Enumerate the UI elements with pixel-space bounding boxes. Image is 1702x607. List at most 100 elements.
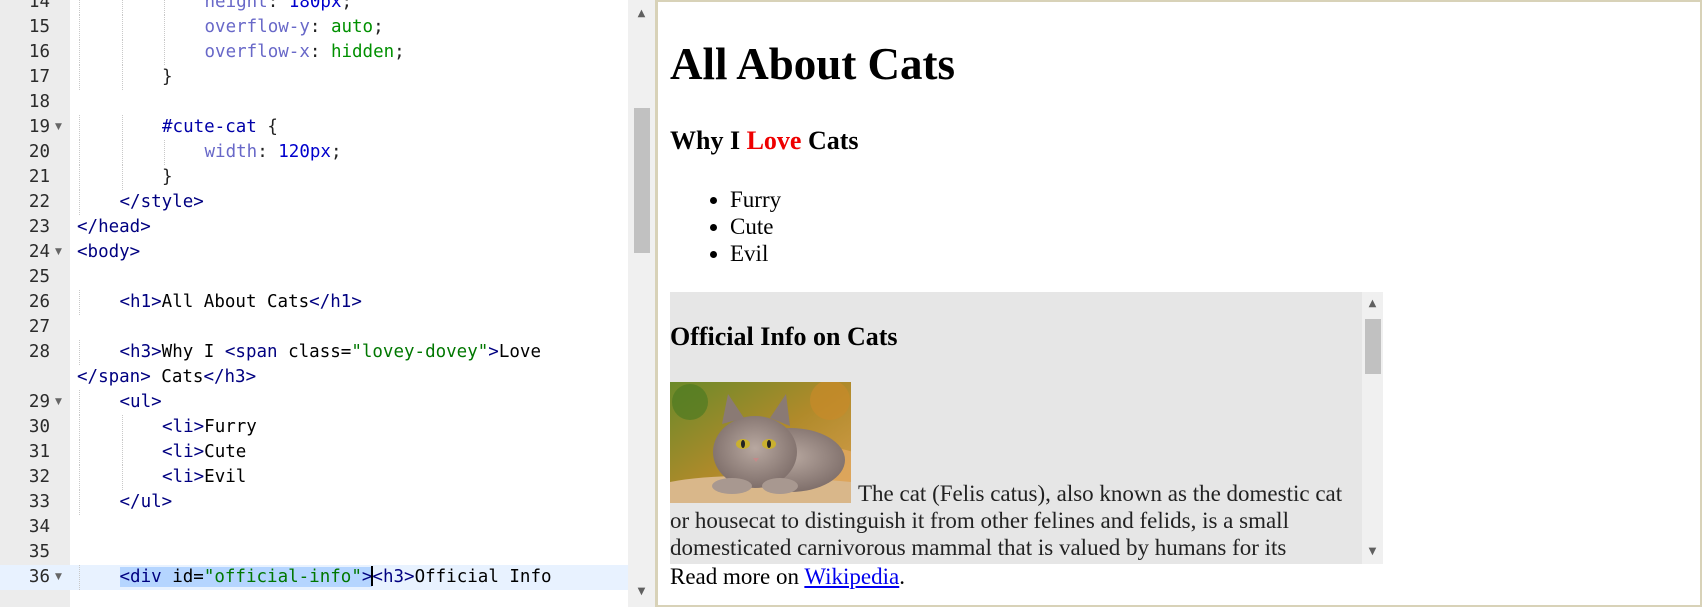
line-number: 16 [28,42,50,62]
indent-guide [79,115,80,140]
code-text: </style> [120,190,204,215]
code-token: Cats [150,367,204,387]
code-token: overflow-x [204,42,310,62]
info-scrollbar-thumb[interactable] [1365,319,1381,374]
indent-guide [164,0,165,15]
code-token: "official-info" [203,567,362,587]
code-token: : [257,142,279,162]
code-token: <li> [162,442,205,462]
code-line[interactable]: 22 </style> [0,190,628,215]
line-number: 24 [28,242,50,262]
code-token: > [488,342,499,362]
code-text: <li>Cute [162,440,246,465]
fold-arrow-icon[interactable]: ▼ [55,240,62,265]
code-text: width: 120px; [205,140,342,165]
code-line[interactable]: 17} [0,65,628,90]
code-text: overflow-x: hidden; [205,40,405,65]
preview-scrollbar[interactable] [1682,2,1700,605]
indent-guide [121,465,123,490]
indent-guide [121,115,123,140]
line-number: 32 [28,467,50,487]
code-line[interactable]: 18 [0,90,628,115]
code-token: } [162,67,173,87]
official-info-box[interactable]: Official Info on Cats The cat (Felis cat… [670,292,1383,564]
code-line[interactable]: 15 overflow-y: auto; [0,15,628,40]
scroll-up-arrow-icon[interactable]: ▲ [1362,294,1383,314]
code-token: width [204,142,258,162]
line-number: 31 [28,442,50,462]
line-number: 21 [28,167,50,187]
code-text: #cute-cat { [162,115,278,140]
code-line[interactable]: 25 [0,265,628,290]
scroll-down-arrow-icon[interactable]: ▼ [1362,542,1383,562]
official-info-heading: Official Info on Cats [670,322,898,351]
code-text: height: 180px; [205,0,353,15]
preview-pane: All About Cats Why I Love Cats Furry Cut… [658,0,1702,607]
traits-list: Furry Cute Evil [670,186,781,267]
line-number: 36 [28,567,50,587]
info-box-scrollbar[interactable]: ▲ ▼ [1362,292,1383,564]
code-token: auto [330,17,374,37]
code-line[interactable]: 30 <li>Furry [0,415,628,440]
code-line[interactable]: 24 ▼ <body> [0,240,628,265]
code-line[interactable]: 14 height: 180px; [0,0,628,15]
code-line[interactable]: 35 [0,540,628,565]
code-line[interactable]: 16 overflow-x: hidden; [0,40,628,65]
code-text: } [162,165,173,190]
line-number: 23 [28,217,50,237]
code-line[interactable]: 29 ▼ <ul> [0,390,628,415]
code-line[interactable]: 26 <h1>All About Cats</h1> [0,290,628,315]
code-editor[interactable]: 14 height: 180px; 15 overflow-y: auto; 16 ove… [0,0,655,607]
indent-guide [164,140,165,165]
fold-arrow-icon[interactable]: ▼ [55,115,62,140]
code-token: : [309,42,331,62]
indent-guide [79,0,80,15]
code-line[interactable]: 28 <h3>Why I <span class="lovey-dovey">Lo… [0,340,628,365]
code-token: class= [277,342,352,362]
code-token: All About Cats [161,292,310,312]
code-text: <li>Evil [162,465,246,490]
code-line[interactable]: 36 ▼ <div id="official-info"><h3>Official … [0,565,628,590]
line-number: 29 [28,392,50,412]
editor-scrollbar-thumb[interactable] [634,108,650,253]
code-token: } [162,167,173,187]
code-line[interactable]: </span> Cats</h3> [0,365,628,390]
indent-guide [79,415,80,440]
code-token: height [204,0,268,12]
code-token: ; [341,0,353,12]
list-item: Evil [730,240,781,267]
code-text: <ul> [120,390,162,415]
line-number: 34 [28,517,50,537]
editor-scrollbar[interactable]: ▲ ▼ [628,0,655,607]
wikipedia-link[interactable]: Wikipedia [804,564,899,589]
code-line[interactable]: 27 [0,315,628,340]
indent-guide [79,465,80,490]
code-token: 120px [278,142,331,162]
line-number: 14 [28,0,50,12]
indent-guide [121,15,123,40]
line-number: 20 [28,142,50,162]
scroll-down-arrow-icon[interactable]: ▼ [628,582,655,602]
code-text: <h1>All About Cats</h1> [120,290,362,315]
fold-arrow-icon[interactable]: ▼ [55,565,62,590]
code-line[interactable]: 32 <li>Evil [0,465,628,490]
code-text: </span> Cats</h3> [77,365,256,390]
fold-arrow-icon[interactable]: ▼ [55,390,62,415]
code-line[interactable]: 20 width: 120px; [0,140,628,165]
code-line[interactable]: 31 <li>Cute [0,440,628,465]
code-token: </h3> [203,367,257,387]
code-line[interactable]: 23 </head> [0,215,628,240]
code-line[interactable]: 34 [0,515,628,540]
code-line[interactable]: 33 </ul> [0,490,628,515]
code-line[interactable]: 21} [0,165,628,190]
subheading: Why I Love Cats [670,126,859,156]
line-number: 25 [28,267,50,287]
code-line[interactable]: 19 ▼ #cute-cat { [0,115,628,140]
official-info-text: The cat (Felis catus), also known as the… [670,481,1343,560]
code-token: </h1> [309,292,362,312]
indent-guide [121,0,123,15]
scroll-up-arrow-icon[interactable]: ▲ [628,4,655,24]
code-token: hidden [330,42,395,62]
code-token: Furry [204,417,257,437]
page-heading: All About Cats [670,39,956,89]
